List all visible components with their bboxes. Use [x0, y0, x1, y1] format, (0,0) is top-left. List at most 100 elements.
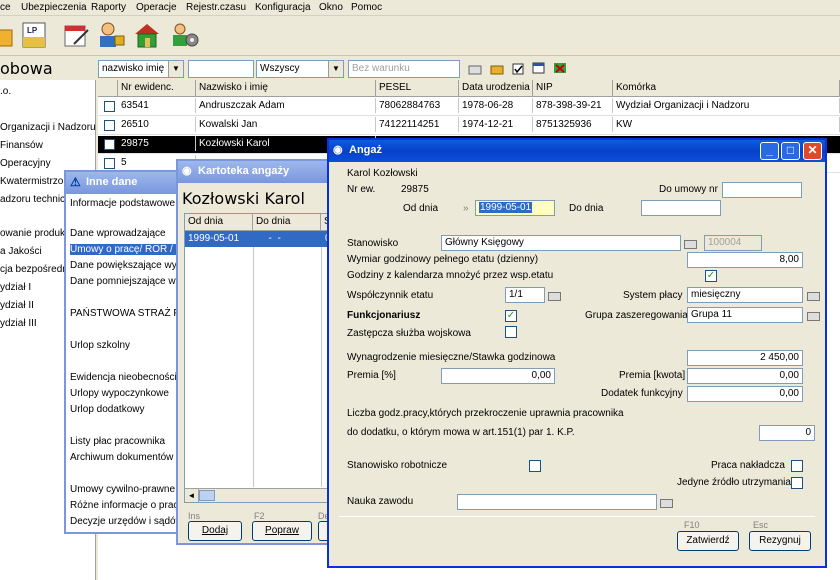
tree-item[interactable]: a Jakości	[0, 246, 42, 257]
lookup-folder-icon[interactable]	[660, 497, 673, 508]
tree-item[interactable]: Finansów	[0, 140, 43, 151]
tree-item[interactable]: cja bezpośredni	[0, 264, 70, 275]
row-checkbox[interactable]	[104, 101, 115, 112]
condition-input[interactable]: Bez warunku	[348, 60, 460, 78]
list-item[interactable]: Listy płac pracownika	[70, 436, 165, 447]
lookup-folder-icon[interactable]	[807, 310, 820, 321]
scroll-thumb[interactable]	[199, 490, 215, 501]
robotnicze-checkbox[interactable]	[529, 460, 541, 472]
list-item[interactable]: Urlopy wypoczynkowe	[70, 388, 169, 399]
list-item[interactable]: Urlop dodatkowy	[70, 404, 144, 415]
list-item[interactable]: Umowy cywilno-prawne	[70, 484, 175, 495]
list-item[interactable]: Różne informacje o praco	[70, 500, 184, 511]
column-header-nip[interactable]: NIP	[533, 80, 613, 97]
wspolczynnik-input[interactable]: 1/1	[505, 287, 545, 303]
stanowisko-input[interactable]: Główny Księgowy	[441, 235, 681, 251]
calendar-pen-icon[interactable]	[62, 20, 92, 50]
minimize-icon[interactable]: _	[760, 142, 779, 160]
lookup-folder-icon[interactable]	[807, 290, 820, 301]
column-header-nr[interactable]: Nr ewidenc.	[118, 80, 196, 97]
column-header-born[interactable]: Data urodzenia	[459, 80, 533, 97]
horizontal-scrollbar[interactable]: ◄	[185, 488, 341, 502]
column-header-name[interactable]: Nazwisko i imię	[196, 80, 376, 97]
tree-item[interactable]: Kwatermistrzo	[0, 176, 63, 187]
column-header-from[interactable]: Od dnia	[185, 214, 253, 231]
table-row[interactable]: 63541 Andruszczak Adam 78062884763 1978-…	[98, 98, 840, 116]
menu-item-konfiguracja[interactable]: Konfiguracja	[255, 2, 311, 13]
menu-item-ce[interactable]: ce	[0, 2, 11, 13]
edit-button[interactable]: Popraw	[252, 521, 312, 541]
jedyne-checkbox[interactable]	[791, 477, 803, 489]
list-item-selected[interactable]: Umowy o pracę/ ROR / C	[70, 244, 183, 255]
nauka-input[interactable]	[457, 494, 657, 510]
add-button[interactable]: Dodaj	[188, 521, 242, 541]
list-item[interactable]: Informacje podstawowe	[70, 198, 175, 209]
menu-item-operacje[interactable]: Operacje	[136, 2, 177, 13]
godziny-checkbox[interactable]: ✓	[705, 270, 717, 282]
list-item[interactable]: Decyzje urzędów i sądów	[70, 516, 183, 527]
close-icon[interactable]: ✕	[803, 142, 822, 160]
list-item[interactable]: Dane powiększające wyn	[70, 260, 182, 271]
tree-item[interactable]: adzoru technic	[0, 194, 65, 205]
menu-item-ubezpieczenia[interactable]: Ubezpieczenia	[21, 2, 87, 13]
group-select[interactable]: Wszyscy ▼	[256, 60, 344, 78]
premia-kwota-input[interactable]: 0,00	[687, 368, 803, 384]
list-item[interactable]: Urlop szkolny	[70, 340, 130, 351]
grupa-input[interactable]: Grupa 11	[687, 307, 803, 323]
lp-card-icon[interactable]: LP	[20, 20, 50, 50]
list-item[interactable]: Dane pomniejszające wyn	[70, 276, 186, 287]
users-gear-icon[interactable]	[170, 20, 200, 50]
inne-dane-titlebar[interactable]: ⚠ Inne dane	[66, 172, 182, 194]
menu-item-pomoc[interactable]: Pomoc	[351, 2, 382, 13]
tree-item[interactable]: ydział III	[0, 318, 37, 329]
lookup-folder-icon[interactable]	[684, 238, 697, 249]
list-item[interactable]: PAŃSTWOWA STRAŻ P	[70, 308, 180, 319]
zastepcza-checkbox[interactable]	[505, 326, 517, 338]
folder-icon[interactable]	[0, 20, 16, 50]
lookup-folder-icon[interactable]	[548, 290, 561, 301]
tree-item[interactable]: ydział II	[0, 300, 34, 311]
liczba-input[interactable]: 0	[759, 425, 815, 441]
properties-icon[interactable]	[532, 62, 546, 74]
maximize-icon[interactable]: □	[781, 142, 800, 160]
house-icon[interactable]	[132, 20, 162, 50]
user-lock-icon[interactable]	[96, 20, 126, 50]
sort-by-select[interactable]: nazwisko imię ▼	[98, 60, 184, 78]
wynagrodzenie-input[interactable]: 2 450,00	[687, 350, 803, 366]
funkcjonariusz-checkbox[interactable]: ✓	[505, 310, 517, 322]
chevron-down-icon[interactable]: ▼	[168, 61, 183, 77]
confirm-button[interactable]: Zatwierdź	[677, 531, 739, 551]
tree-item[interactable]: ydział I	[0, 282, 31, 293]
list-item[interactable]: Archiwum dokumentów p	[70, 452, 182, 463]
scroll-left-icon[interactable]: ◄	[185, 489, 199, 502]
cancel-button[interactable]: Rezygnuj	[749, 531, 811, 551]
tree-item[interactable]: Operacyjny	[0, 158, 51, 169]
kartoteka-titlebar[interactable]: ◉ Kartoteka angaży	[178, 161, 332, 183]
menu-item-raporty[interactable]: Raporty	[91, 2, 126, 13]
wymiar-input[interactable]: 8,00	[687, 252, 803, 268]
row-checkbox[interactable]	[104, 120, 115, 131]
tree-item[interactable]: Organizacji i Nadzoru	[0, 122, 96, 133]
column-header-unit[interactable]: Komórka	[613, 80, 840, 97]
table-row[interactable]: 26510 Kowalski Jan 74122114251 1974-12-2…	[98, 117, 840, 135]
do-dnia-input[interactable]	[641, 200, 721, 216]
system-placy-input[interactable]: miesięczny	[687, 287, 803, 303]
nakladca-checkbox[interactable]	[791, 460, 803, 472]
row-checkbox[interactable]	[104, 139, 115, 150]
search-input[interactable]	[188, 60, 254, 78]
od-dnia-input[interactable]: 1999-05-01	[475, 200, 555, 216]
premia-pct-input[interactable]: 0,00	[441, 368, 555, 384]
tree-item[interactable]: owanie produkc	[0, 228, 70, 239]
excel-export-icon[interactable]	[553, 62, 567, 74]
menu-item-okno[interactable]: Okno	[319, 2, 343, 13]
list-item[interactable]: Ewidencja nieobecności	[70, 372, 177, 383]
checkbox-icon[interactable]	[512, 63, 526, 75]
column-header-pesel[interactable]: PESEL	[376, 80, 459, 97]
open-folder-icon[interactable]	[468, 63, 482, 75]
tree-item[interactable]: .o.	[0, 86, 11, 97]
chevron-down-icon[interactable]: ▼	[328, 61, 343, 77]
edit-folder-icon[interactable]	[490, 63, 504, 75]
do-umowy-nr-input[interactable]	[722, 182, 802, 198]
list-item[interactable]: Dane wprowadzające	[70, 228, 166, 239]
row-checkbox[interactable]	[104, 158, 115, 169]
